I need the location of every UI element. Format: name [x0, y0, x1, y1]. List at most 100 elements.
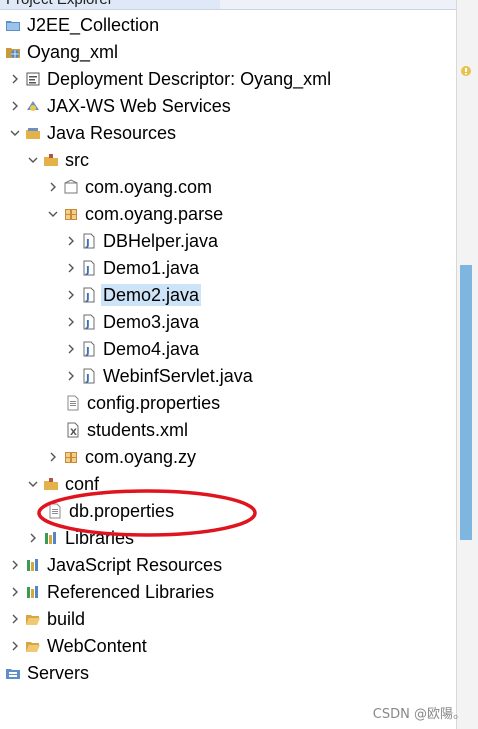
folder-open-icon — [24, 637, 42, 655]
svg-text:X: X — [70, 428, 77, 438]
web-services-icon — [24, 97, 42, 115]
chevron-right-icon[interactable] — [46, 450, 60, 464]
tree-item-label: JAX-WS Web Services — [47, 95, 231, 116]
java-file-icon: J — [80, 286, 98, 304]
svg-text:J: J — [85, 265, 90, 276]
tree-item-label: com.oyang.com — [85, 176, 213, 197]
chevron-right-icon[interactable] — [26, 531, 40, 545]
chevron-right-icon[interactable] — [64, 288, 78, 302]
text-file-icon — [46, 502, 64, 520]
tree-item-javares[interactable]: Java Resources — [0, 119, 464, 146]
tree-item-build[interactable]: build — [0, 605, 464, 632]
tree-item-src[interactable]: src — [0, 146, 478, 173]
tree-item-reflibs[interactable]: Referenced Libraries — [0, 578, 464, 605]
tree-item-label: Demo2.java — [101, 283, 202, 306]
package-icon — [62, 448, 80, 466]
tree-item-deploy[interactable]: Deployment Descriptor: Oyang_xml — [0, 65, 464, 92]
chevron-right-icon[interactable] — [64, 234, 78, 248]
tree-item-oyang[interactable]: Oyang_xml — [0, 38, 460, 65]
tree-item-label: Libraries — [65, 527, 135, 548]
tree-item-demo3[interactable]: J Demo3.java — [0, 308, 478, 335]
chevron-down-icon[interactable] — [26, 153, 40, 167]
java-file-icon: J — [80, 259, 98, 277]
chevron-right-icon[interactable] — [64, 315, 78, 329]
tree-item-label: Referenced Libraries — [47, 581, 215, 602]
library-icon — [42, 529, 60, 547]
tree-item-label: WebinfServlet.java — [103, 365, 253, 386]
tree-item-pkg-zy[interactable]: com.oyang.zy — [0, 443, 478, 470]
tree-item-label: Deployment Descriptor: Oyang_xml — [47, 68, 332, 89]
chevron-down-icon[interactable] — [46, 207, 60, 221]
library-icon — [24, 556, 42, 574]
package-empty-icon — [62, 178, 80, 196]
tree-item-label: DBHelper.java — [103, 230, 219, 251]
tree-item-demo4[interactable]: J Demo4.java — [0, 335, 478, 362]
tree-item-dbprops[interactable]: db.properties — [0, 497, 478, 524]
svg-text:J: J — [85, 319, 90, 330]
watermark-text: CSDN @欧陽。 — [372, 707, 466, 722]
svg-text:J: J — [85, 346, 90, 357]
tree-item-label: build — [47, 608, 86, 629]
text-file-icon — [64, 394, 82, 412]
project-explorer-tab[interactable]: Project Explorer — [0, 0, 226, 10]
tree-item-servers[interactable]: Servers — [0, 659, 460, 686]
chevron-right-icon[interactable] — [64, 261, 78, 275]
tab-bar-filler — [220, 0, 456, 10]
tree-item-webinf[interactable]: J WebinfServlet.java — [0, 362, 478, 389]
tree-item-label: Java Resources — [47, 122, 177, 143]
tree-item-label: J2EE_Collection — [27, 14, 160, 35]
tree-item-label: students.xml — [87, 419, 189, 440]
servers-project-icon — [4, 664, 22, 682]
tree-item-j2ee[interactable]: J2EE_Collection — [0, 11, 460, 38]
tree-item-students[interactable]: Xstudents.xml — [0, 416, 478, 443]
svg-text:J: J — [85, 373, 90, 384]
tree-item-label: Demo3.java — [103, 311, 200, 332]
chevron-right-icon[interactable] — [8, 558, 22, 572]
chevron-right-icon[interactable] — [8, 72, 22, 86]
tree-item-label: conf — [65, 473, 100, 494]
java-file-icon: J — [80, 313, 98, 331]
chevron-right-icon[interactable] — [64, 369, 78, 383]
tree-item-label: config.properties — [87, 392, 221, 413]
tree-item-pkg-parse[interactable]: com.oyang.parse — [0, 200, 478, 227]
chevron-right-icon[interactable] — [8, 639, 22, 653]
chevron-down-icon[interactable] — [8, 126, 22, 140]
java-resources-icon — [24, 124, 42, 142]
svg-text:J: J — [85, 238, 90, 249]
tree-item-jsres[interactable]: JavaScript Resources — [0, 551, 464, 578]
library-icon — [24, 583, 42, 601]
chevron-right-icon[interactable] — [46, 180, 60, 194]
tree-item-label: src — [65, 149, 89, 170]
chevron-down-icon[interactable] — [26, 477, 40, 491]
tree-item-libs[interactable]: Libraries — [0, 524, 478, 551]
java-file-icon: J — [80, 340, 98, 358]
tree-item-label: Demo4.java — [103, 338, 200, 359]
folder-project-icon — [4, 16, 22, 34]
chevron-right-icon[interactable] — [8, 612, 22, 626]
deployment-descriptor-icon — [24, 70, 42, 88]
svg-text:J: J — [85, 292, 90, 303]
scrollbar-thumb[interactable] — [460, 265, 472, 540]
tree-item-config[interactable]: config.properties — [0, 389, 478, 416]
web-project-icon — [4, 43, 22, 61]
tree-item-webcontent[interactable]: WebContent — [0, 632, 464, 659]
tree-item-conf[interactable]: conf — [0, 470, 478, 497]
tree-item-label: com.oyang.zy — [85, 446, 197, 467]
java-file-icon: J — [80, 367, 98, 385]
tree-item-dbhelper[interactable]: J DBHelper.java — [0, 227, 478, 254]
source-folder-icon — [42, 475, 60, 493]
tree-item-label: Oyang_xml — [27, 41, 119, 62]
chevron-right-icon[interactable] — [8, 99, 22, 113]
source-folder-icon — [42, 151, 60, 169]
tree-item-demo2[interactable]: J Demo2.java — [0, 281, 478, 308]
tree-item-label: Demo1.java — [103, 257, 200, 278]
tree-item-pkg-com[interactable]: com.oyang.com — [0, 173, 478, 200]
folder-open-icon — [24, 610, 42, 628]
tree-item-label: db.properties — [69, 500, 175, 521]
xml-file-icon: X — [64, 421, 82, 439]
tree-item-label: Servers — [27, 662, 90, 683]
tree-item-demo1[interactable]: J Demo1.java — [0, 254, 478, 281]
chevron-right-icon[interactable] — [8, 585, 22, 599]
tree-item-jaxws[interactable]: JAX-WS Web Services — [0, 92, 464, 119]
chevron-right-icon[interactable] — [64, 342, 78, 356]
